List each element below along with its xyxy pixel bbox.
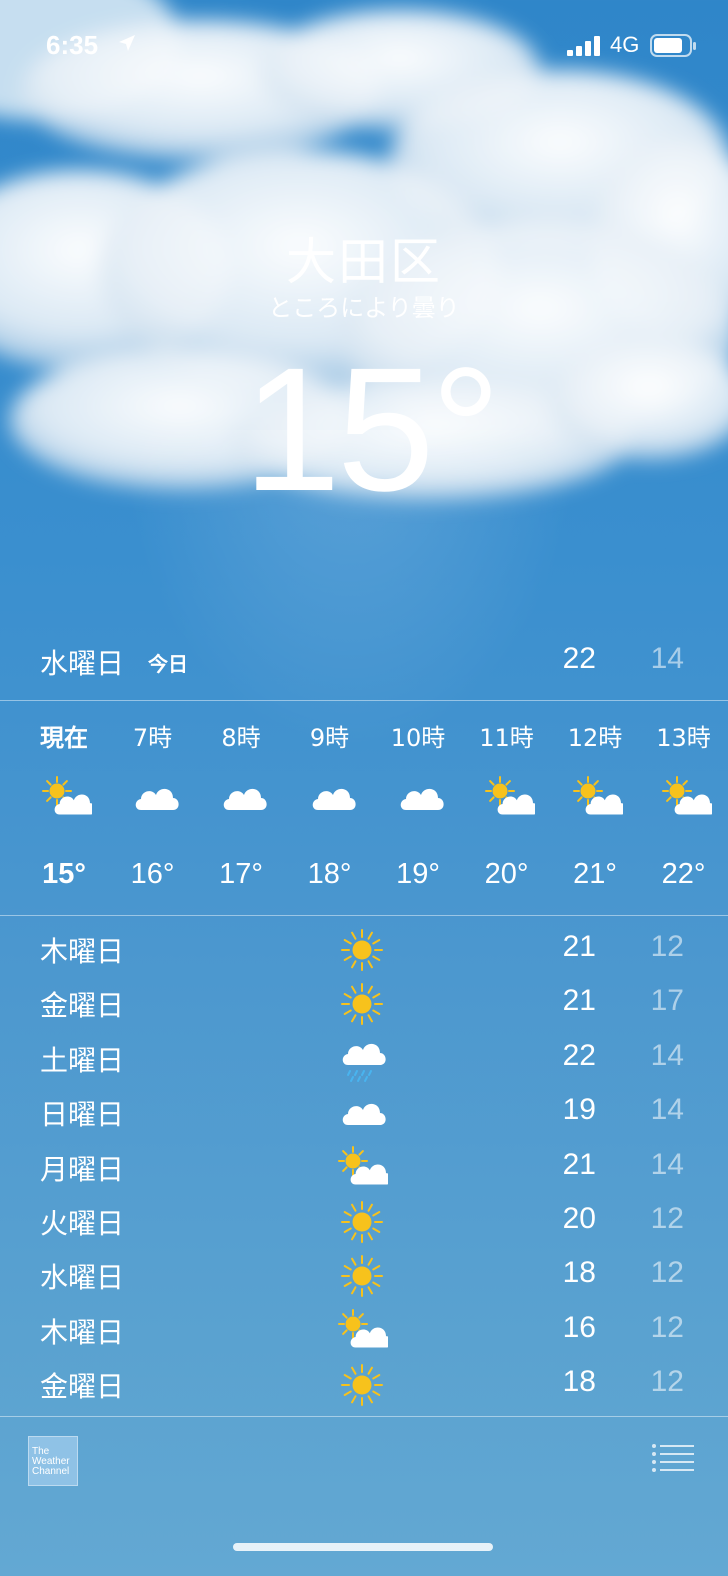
sun-icon	[336, 1198, 388, 1246]
day-name: 木曜日	[40, 1315, 125, 1349]
hour-temperature: 18°	[307, 858, 352, 890]
status-time: 6:35	[46, 30, 99, 60]
cloud-icon	[306, 774, 356, 818]
city-name: 大田区	[286, 233, 442, 291]
network-type: 4G	[610, 32, 640, 57]
partly-sunny-icon	[571, 774, 627, 818]
partly-sunny-icon	[660, 774, 715, 818]
today-low: 14	[650, 642, 684, 675]
day-low: 17	[650, 984, 684, 1018]
daily-row: 火曜日 20 12	[0, 1196, 728, 1250]
day-high: 18	[562, 1365, 596, 1399]
divider	[0, 915, 728, 916]
today-high: 22	[562, 642, 596, 675]
daily-row: 月曜日 21 14	[0, 1142, 728, 1196]
hour-label: 現在	[40, 724, 88, 752]
hour-temperature: 21°	[573, 858, 617, 890]
day-name: 火曜日	[40, 1207, 125, 1240]
today-label: 今日	[148, 652, 188, 676]
logo-text: The Weather Channel	[32, 1446, 70, 1477]
day-high: 20	[562, 1202, 596, 1235]
day-name: 金曜日	[40, 1370, 125, 1404]
cloud-icon	[217, 774, 267, 818]
day-name: 日曜日	[40, 1098, 125, 1132]
cloud-icon	[129, 774, 179, 818]
partly-sunny-icon	[483, 774, 538, 818]
divider	[0, 700, 728, 701]
hourly-forecast[interactable]: 現在 15° 7時 16° 8時 17° 9時 18° 10時 19° 11時 20° 12時 21° 13…	[0, 702, 728, 914]
today-day: 水曜日	[40, 647, 125, 680]
hour-temperature: 16°	[130, 858, 175, 890]
battery-icon	[650, 34, 696, 57]
hour-temperature: 17°	[219, 858, 263, 890]
rain-cloud-icon	[336, 1035, 388, 1083]
daily-row: 土曜日 22 14	[0, 1033, 728, 1087]
daily-row: 金曜日 18 12	[0, 1359, 728, 1413]
cloud-icon	[394, 774, 444, 818]
daily-row: 木曜日 21 12	[0, 924, 728, 978]
hour-temperature: 15°	[42, 858, 86, 890]
daily-row: 金曜日 21 17	[0, 978, 728, 1032]
sun-icon	[336, 1252, 388, 1300]
hour-temperature: 19°	[396, 858, 440, 890]
partly-sunny-icon	[40, 774, 96, 818]
daily-row: 水曜日 18 12	[0, 1250, 728, 1304]
hour-temperature: 20°	[484, 858, 529, 890]
hour-label: 9時	[309, 724, 350, 752]
home-indicator[interactable]	[233, 1543, 493, 1551]
status-bar: 6:35 4G	[0, 28, 728, 64]
hour-label: 10時	[390, 724, 446, 752]
day-high: 18	[562, 1256, 596, 1290]
current-temperature: 15°	[242, 332, 501, 528]
cellular-signal-icon	[567, 36, 600, 56]
day-low: 14	[650, 1147, 684, 1181]
day-high: 21	[562, 984, 596, 1018]
day-name: 水曜日	[40, 1261, 125, 1295]
city-list-icon[interactable]	[652, 1444, 694, 1474]
cloud-icon	[336, 1089, 388, 1137]
day-low: 12	[650, 930, 684, 963]
today-summary: 水曜日 今日 22 14	[0, 640, 728, 686]
partly-sunny-icon	[336, 1144, 392, 1192]
day-high: 21	[562, 930, 596, 963]
day-high: 22	[562, 1038, 596, 1072]
sun-icon	[336, 926, 388, 974]
day-low: 14	[650, 1093, 684, 1127]
current-condition: ところにより曇り	[268, 294, 460, 322]
hour-label: 7時	[132, 724, 173, 752]
hour-label: 8時	[221, 724, 261, 752]
day-high: 21	[562, 1147, 596, 1181]
daily-row: 木曜日 16 12	[0, 1305, 728, 1359]
day-low: 12	[650, 1310, 684, 1344]
daily-row: 日曜日 19 14	[0, 1087, 728, 1141]
sun-icon	[336, 980, 388, 1028]
location-arrow-icon	[119, 35, 135, 51]
hour-temperature: 22°	[661, 858, 706, 890]
hour-label: 12時	[567, 724, 623, 752]
divider	[0, 1416, 728, 1417]
day-high: 19	[562, 1093, 596, 1127]
hour-label: 11時	[479, 724, 534, 752]
day-name: 金曜日	[40, 989, 125, 1023]
day-low: 12	[650, 1365, 684, 1399]
day-low: 12	[650, 1202, 684, 1235]
day-low: 14	[650, 1038, 684, 1072]
sun-icon	[336, 1361, 388, 1409]
day-name: 土曜日	[40, 1043, 125, 1077]
day-name: 木曜日	[40, 935, 125, 968]
day-name: 月曜日	[40, 1152, 125, 1186]
partly-sunny-icon	[336, 1307, 392, 1355]
day-low: 12	[650, 1256, 684, 1290]
hour-label: 13時	[656, 724, 711, 752]
day-high: 16	[562, 1310, 596, 1344]
weather-channel-logo[interactable]: The Weather Channel	[28, 1436, 78, 1486]
